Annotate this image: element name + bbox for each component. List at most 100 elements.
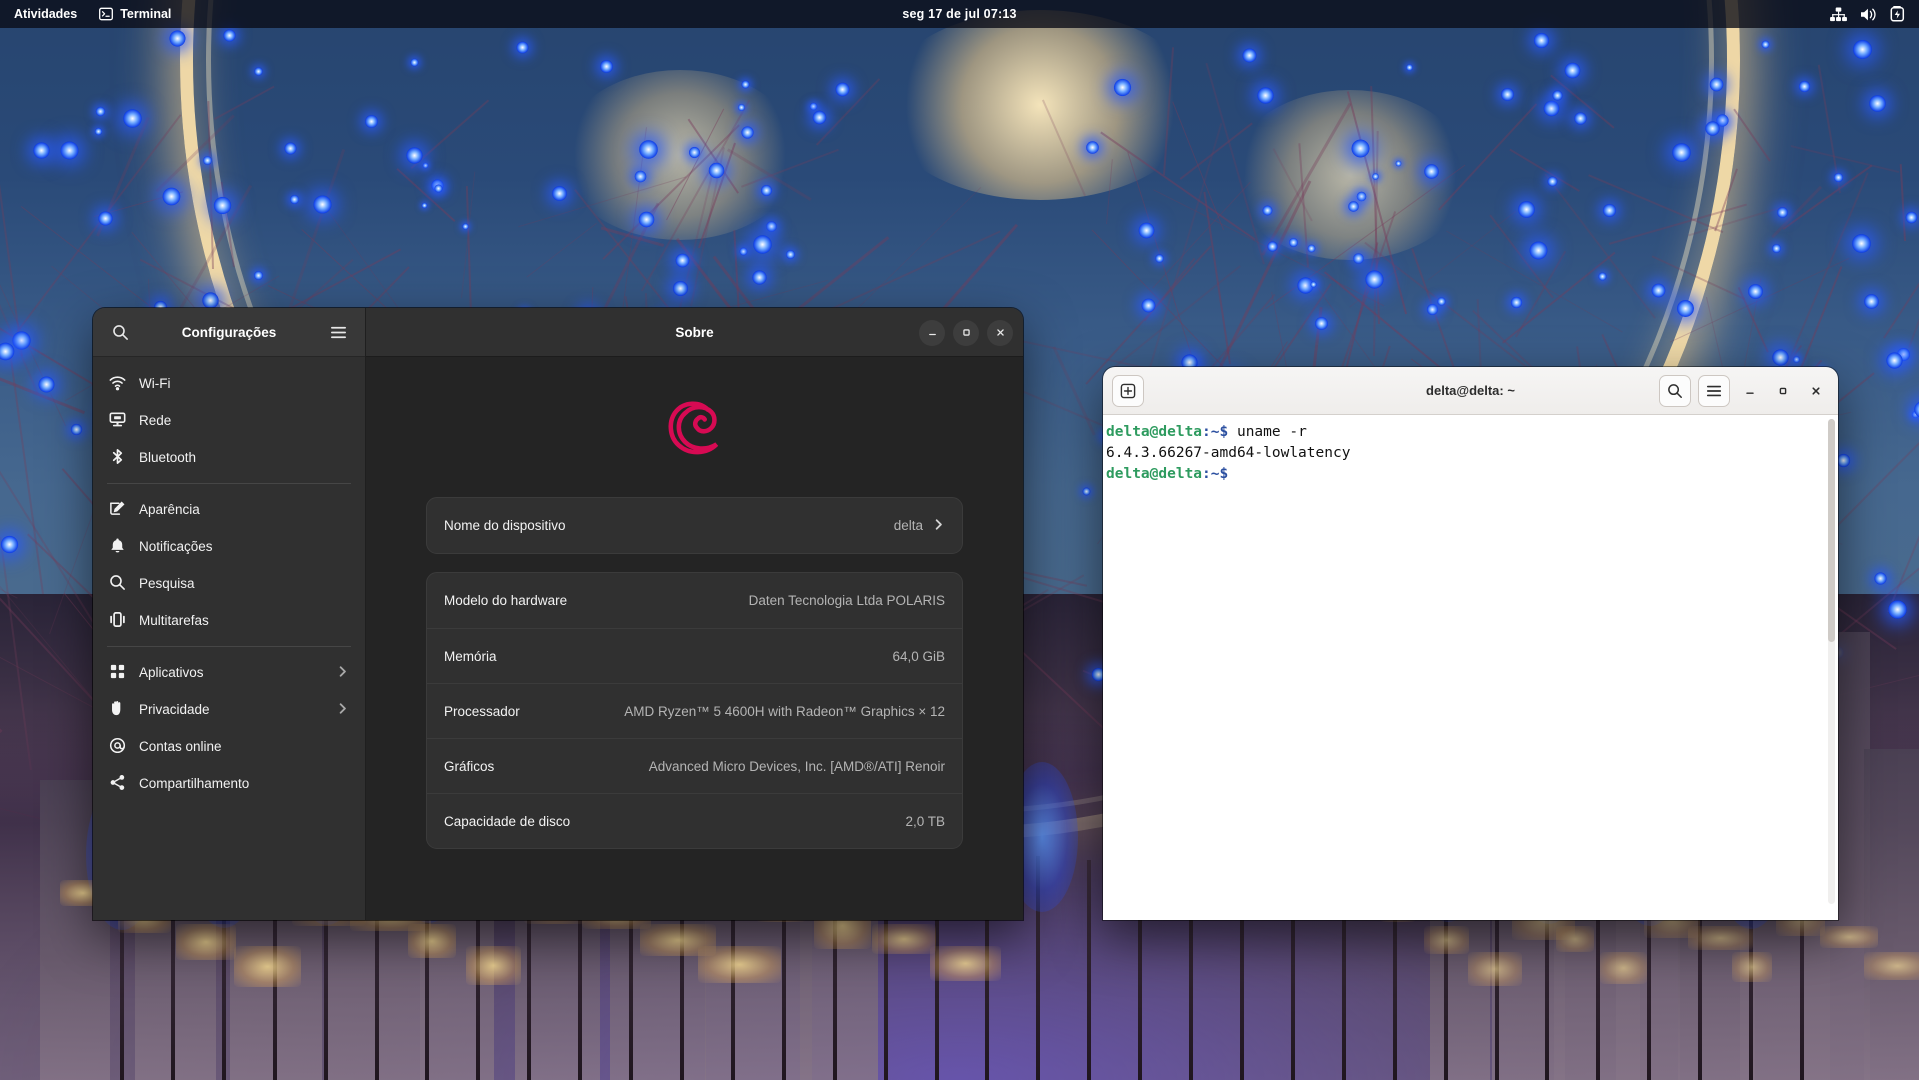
- terminal-command: uname -r: [1228, 424, 1307, 440]
- search-icon[interactable]: [105, 317, 135, 347]
- chevron-right-icon: [336, 665, 349, 681]
- terminal-user: delta@delta: [1106, 466, 1203, 482]
- sidebar-item-apar-ncia[interactable]: Aparência: [99, 491, 359, 528]
- terminal-header: delta@delta: ~: [1103, 367, 1838, 415]
- about-row: Capacidade de disco 2,0 TB: [427, 793, 962, 848]
- about-row: Gráficos Advanced Micro Devices, Inc. [AM…: [427, 738, 962, 793]
- about-card: Nome do dispositivo delta: [426, 497, 963, 554]
- activities-label: Atividades: [14, 7, 78, 21]
- bluetooth-icon: [109, 448, 126, 468]
- sidebar-separator: [107, 483, 351, 484]
- about-cards: Nome do dispositivo delta Modelo do hardwa…: [426, 497, 963, 849]
- about-window-header: Sobre: [366, 308, 1023, 357]
- search-icon[interactable]: [1659, 374, 1691, 407]
- minimize-button[interactable]: [1737, 378, 1763, 404]
- multitasking-icon: [109, 611, 126, 631]
- network-wired-icon: [1830, 6, 1847, 22]
- page-title: Sobre: [675, 324, 714, 340]
- sidebar-item-bluetooth[interactable]: Bluetooth: [99, 439, 359, 476]
- sidebar-item-rede[interactable]: Rede: [99, 402, 359, 439]
- sidebar-item-multitarefas[interactable]: Multitarefas: [99, 602, 359, 639]
- sidebar-item-notifica-es[interactable]: Notificações: [99, 528, 359, 565]
- terminal-window[interactable]: delta@delta: ~ delta@delta:~$ uname -r 6…: [1103, 367, 1838, 920]
- sidebar-item-label: Aparência: [139, 502, 200, 517]
- sidebar-item-wi-fi[interactable]: Wi-Fi: [99, 365, 359, 402]
- sidebar-item-label: Privacidade: [139, 702, 210, 717]
- network-icon: [109, 411, 126, 431]
- terminal-path: :~$: [1202, 466, 1229, 482]
- about-row-key: Processador: [444, 703, 520, 719]
- clock-label: seg 17 de jul 07:13: [902, 7, 1017, 21]
- settings-sidebar-header: Configurações: [93, 308, 365, 357]
- about-row-value: Advanced Micro Devices, Inc. [AMD®/ATI] …: [648, 758, 945, 774]
- hand-privacy-icon: [109, 700, 126, 720]
- terminal-prompt-line: delta@delta:~$: [1106, 464, 1838, 485]
- share-icon: [109, 774, 126, 794]
- window-controls: [919, 308, 1013, 357]
- search-icon: [109, 574, 126, 594]
- sidebar-item-label: Notificações: [139, 539, 213, 554]
- sidebar-item-label: Aplicativos: [139, 665, 204, 680]
- terminal-scrollbar[interactable]: [1828, 419, 1835, 904]
- about-row-value: delta: [894, 518, 945, 534]
- close-button[interactable]: [1803, 378, 1829, 404]
- app-menu-button[interactable]: Terminal: [89, 0, 181, 28]
- about-row-value: AMD Ryzen™ 5 4600H with Radeon™ Graphics…: [624, 703, 945, 719]
- terminal-prompt-line: delta@delta:~$ uname -r: [1106, 422, 1838, 443]
- close-button[interactable]: [987, 319, 1013, 346]
- about-row-key: Capacidade de disco: [444, 813, 571, 829]
- maximize-button[interactable]: [1770, 378, 1796, 404]
- system-status-area[interactable]: [1830, 6, 1919, 22]
- sidebar-item-privacidade[interactable]: Privacidade: [99, 691, 359, 728]
- terminal-lines: delta@delta:~$ uname -r 6.4.3.66267-amd64…: [1106, 422, 1838, 485]
- terminal-header-controls: [1659, 374, 1829, 407]
- minimize-button[interactable]: [919, 319, 945, 346]
- settings-sidebar-title: Configurações: [181, 324, 277, 340]
- terminal-path: :~$: [1202, 424, 1229, 440]
- sidebar-item-label: Bluetooth: [139, 450, 197, 465]
- sidebar-item-label: Pesquisa: [139, 576, 195, 591]
- about-row-key: Nome do dispositivo: [444, 518, 566, 533]
- volume-icon: [1860, 7, 1877, 22]
- sidebar-item-label: Rede: [139, 413, 172, 428]
- about-row[interactable]: Nome do dispositivo delta: [427, 498, 962, 553]
- about-card: Modelo do hardware Daten Tecnologia Ltda …: [426, 572, 963, 849]
- sidebar-item-label: Wi-Fi: [139, 376, 171, 391]
- sidebar-item-aplicativos[interactable]: Aplicativos: [99, 654, 359, 691]
- about-content: Nome do dispositivo delta Modelo do hardwa…: [366, 357, 1023, 920]
- settings-sidebar-list: Wi-Fi Rede Bluetooth Aparência Notificações P…: [93, 357, 365, 810]
- wifi-icon: [109, 374, 126, 394]
- maximize-button[interactable]: [953, 319, 979, 346]
- activities-button[interactable]: Atividades: [0, 0, 89, 28]
- terminal-output-line: 6.4.3.66267-amd64-lowlatency: [1106, 445, 1351, 461]
- new-tab-icon[interactable]: [1112, 374, 1144, 407]
- terminal-output-area[interactable]: delta@delta:~$ uname -r 6.4.3.66267-amd64…: [1103, 415, 1838, 920]
- sidebar-item-compartilhamento[interactable]: Compartilhamento: [99, 765, 359, 802]
- about-row-key: Memória: [444, 648, 497, 664]
- about-row: Modelo do hardware Daten Tecnologia Ltda …: [427, 573, 962, 628]
- battery-icon: [1890, 6, 1905, 22]
- about-row-value: Daten Tecnologia Ltda POLARIS: [748, 593, 945, 608]
- terminal-icon: [99, 7, 114, 21]
- chevron-right-icon: [932, 518, 945, 534]
- settings-sidebar: Configurações Wi-Fi Rede Bluetooth Aparênci…: [93, 308, 366, 920]
- at-sign-icon: [109, 737, 126, 757]
- hamburger-menu-icon[interactable]: [1698, 374, 1730, 407]
- app-menu-label: Terminal: [120, 7, 172, 21]
- debian-swirl-logo-svg: [668, 401, 718, 455]
- about-row-value: 64,0 GiB: [892, 648, 945, 664]
- chevron-right-icon: [336, 702, 349, 718]
- top-bar: Atividades Terminal seg 17 de jul 07:13: [0, 0, 1919, 28]
- hamburger-menu-icon[interactable]: [323, 317, 353, 347]
- terminal-user: delta@delta: [1106, 424, 1203, 440]
- sidebar-item-contas-online[interactable]: Contas online: [99, 728, 359, 765]
- debian-swirl-logo: [426, 357, 963, 497]
- sidebar-item-label: Multitarefas: [139, 613, 209, 628]
- about-row-key: Gráficos: [444, 758, 495, 774]
- sidebar-item-pesquisa[interactable]: Pesquisa: [99, 565, 359, 602]
- clock-button[interactable]: seg 17 de jul 07:13: [0, 7, 1919, 21]
- settings-main-pane: Sobre Nome do dispositivo delta Modelo do: [366, 308, 1023, 920]
- sidebar-separator: [107, 646, 351, 647]
- about-row: Processador AMD Ryzen™ 5 4600H with Radeo…: [427, 683, 962, 738]
- settings-window[interactable]: Configurações Wi-Fi Rede Bluetooth Aparênci…: [93, 308, 1023, 920]
